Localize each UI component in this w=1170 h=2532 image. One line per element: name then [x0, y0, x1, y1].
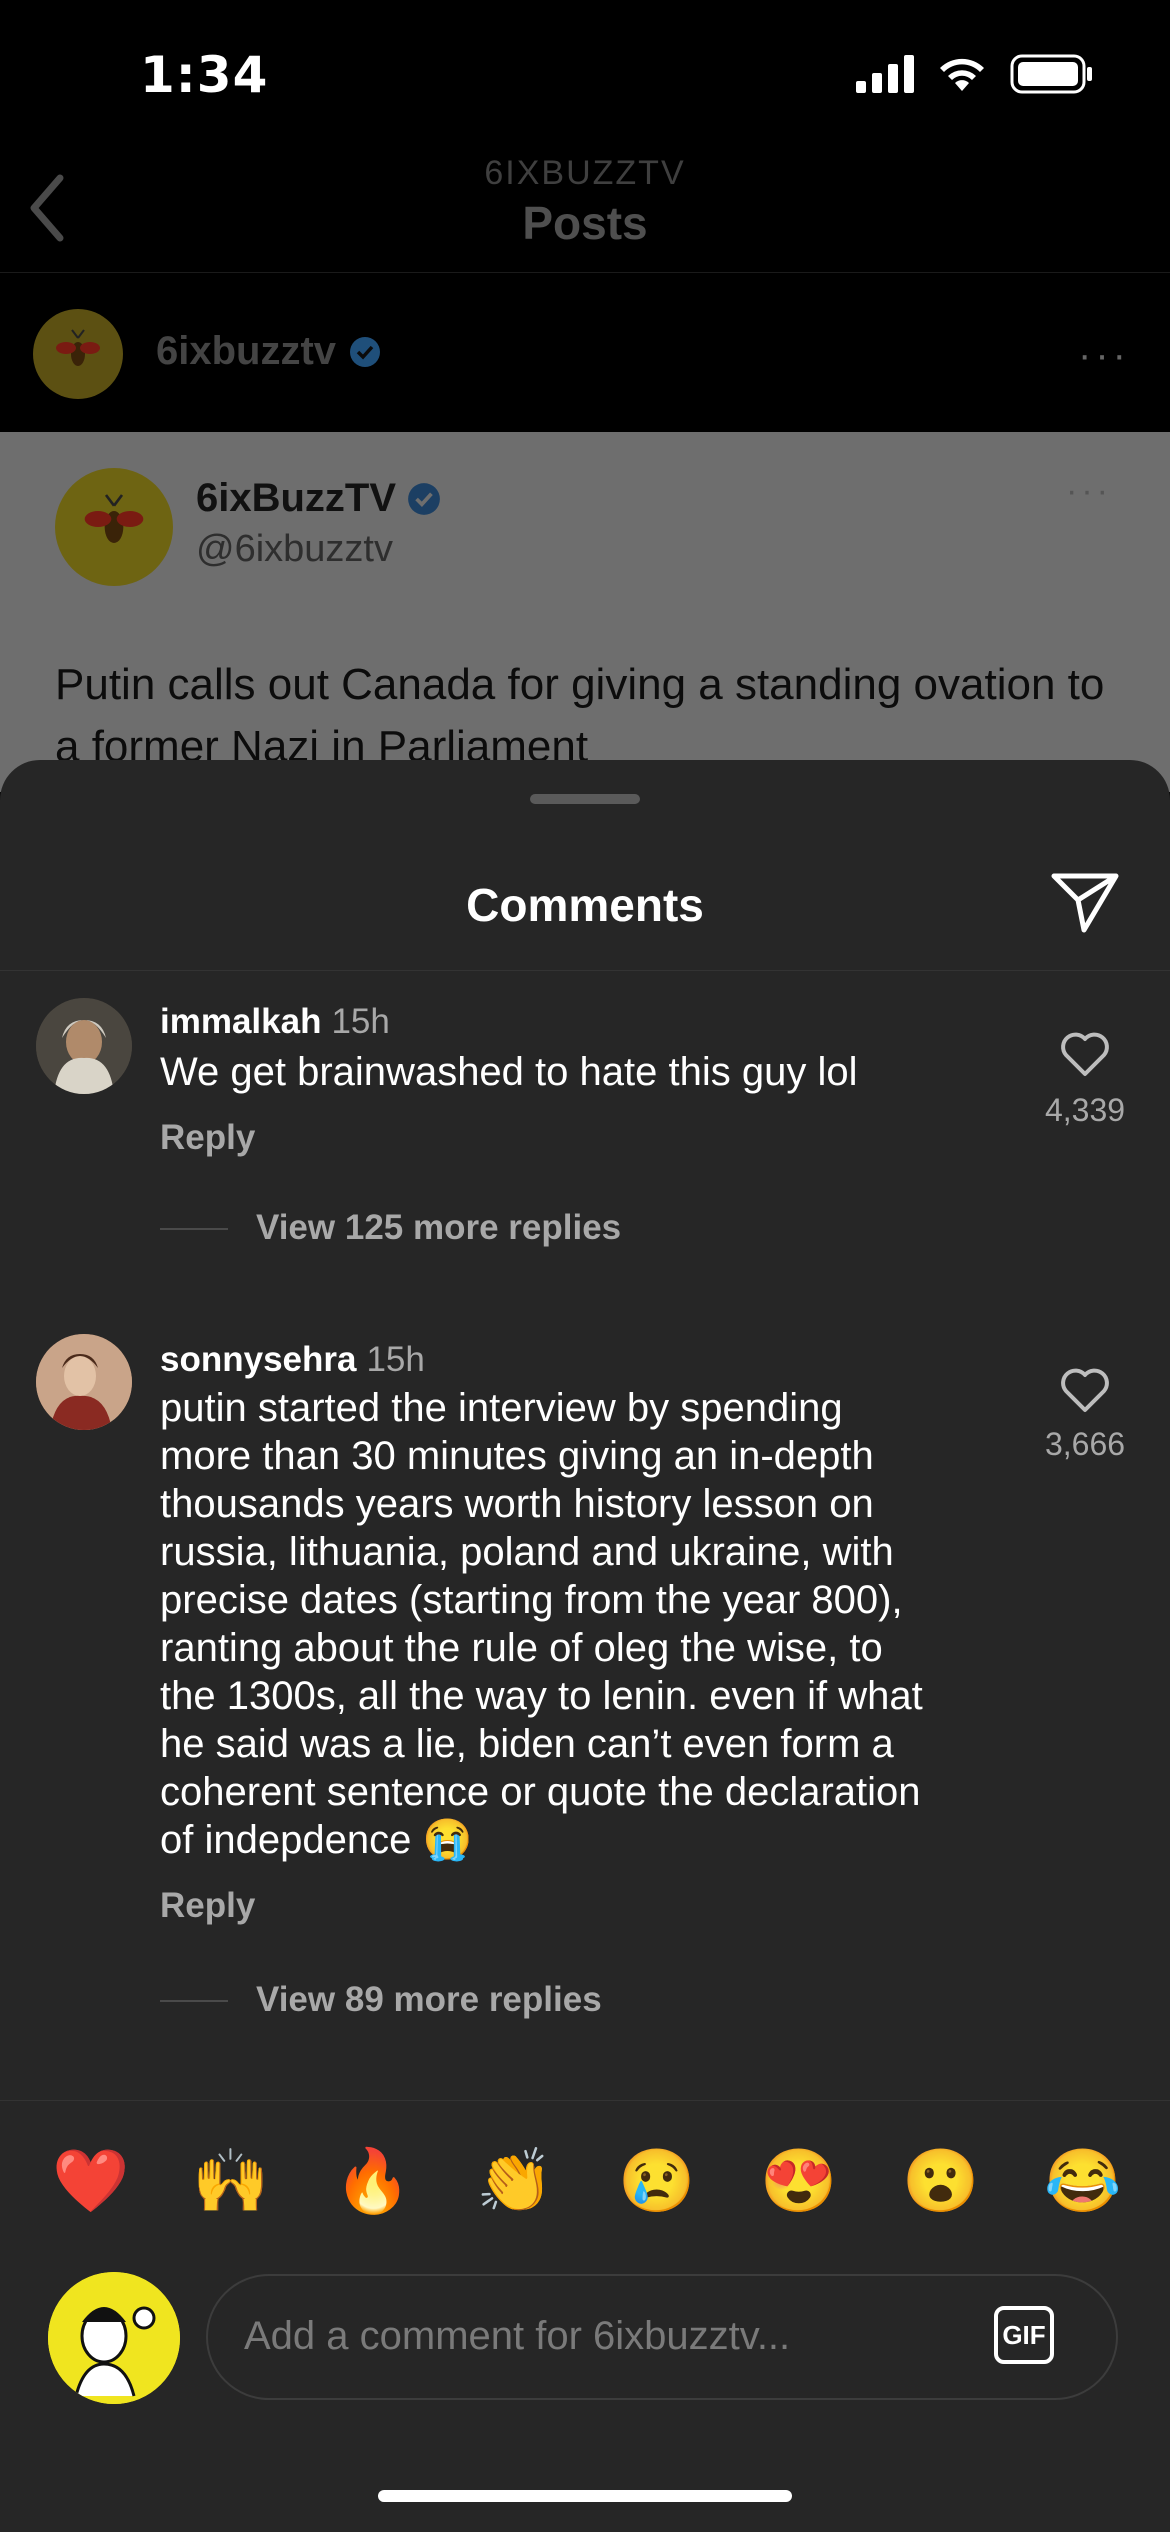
comment-username[interactable]: sonnysehra 15h [160, 1340, 425, 1380]
comment-username-text[interactable]: immalkah [160, 1002, 321, 1041]
tweet-avatar [55, 468, 173, 586]
status-icons [856, 54, 1094, 94]
home-indicator[interactable] [378, 2490, 792, 2502]
post-author[interactable]: 6ixbuzztv [156, 329, 382, 374]
wifi-icon [940, 58, 984, 91]
comment-text: We get brainwashed to hate this guy lol [160, 1050, 858, 1094]
post-more-icon[interactable]: ··· [1078, 333, 1130, 378]
verified-badge-icon [408, 482, 440, 515]
comment-text: putin started the interview by spending … [160, 1386, 923, 1862]
reaction-raised-hands-emoji[interactable]: 🙌 [192, 2147, 269, 2217]
user-cartoon-icon [48, 2272, 180, 2404]
tweet-author-name: 6ixBuzzTV [196, 476, 442, 521]
like-count: 3,666 [1044, 1426, 1126, 1462]
replies-line [160, 1228, 228, 1230]
share-send-icon[interactable] [1050, 870, 1120, 934]
verified-badge-icon [350, 336, 381, 367]
tweet-more-icon: ··· [1066, 472, 1112, 510]
comment-input-placeholder[interactable]: Add a comment for 6ixbuzztv... [244, 2314, 790, 2359]
comments-title: Comments [466, 879, 704, 931]
reaction-surprised-emoji[interactable]: 😮 [902, 2147, 979, 2217]
reply-button[interactable]: Reply [160, 1886, 255, 1926]
reaction-clap-emoji[interactable]: 👏 [476, 2147, 553, 2217]
status-time: 1:34 [140, 46, 269, 104]
comment-avatar[interactable] [36, 998, 132, 1094]
quick-reactions-bar: ❤️ 🙌 🔥 👏 😢 😍 😮 😂 [0, 2100, 1170, 2251]
current-user-avatar [48, 2272, 180, 2404]
tweet-handle: @6ixbuzztv [196, 528, 393, 570]
replies-line [160, 2000, 228, 2002]
bee-logo-icon [56, 329, 100, 366]
sheet-drag-handle[interactable] [530, 794, 640, 804]
post-media-tweet[interactable]: 6ixBuzzTV @6ixbuzztv ··· Putin calls out… [0, 432, 1170, 792]
reply-button[interactable]: Reply [160, 1118, 255, 1158]
comment-time: 15h [331, 1002, 390, 1041]
post-header: 6ixbuzztv ··· [0, 272, 1170, 433]
post-author-avatar[interactable] [33, 309, 123, 399]
view-replies-button[interactable]: View 89 more replies [256, 1980, 602, 2020]
post-author-username[interactable]: 6ixbuzztv [156, 329, 336, 374]
comment-time: 15h [366, 1340, 425, 1379]
status-bar: 1:34 [0, 0, 1170, 150]
nav-bar: 6IXBUZZTV Posts [0, 140, 1170, 270]
comment-input[interactable]: Add a comment for 6ixbuzztv... GIF [206, 2274, 1118, 2400]
comment-username-text[interactable]: sonnysehra [160, 1340, 356, 1379]
reaction-fire-emoji[interactable]: 🔥 [334, 2147, 411, 2217]
page-title: Posts [522, 197, 648, 249]
gif-button[interactable]: GIF [994, 2306, 1054, 2364]
bee-logo-icon [84, 494, 144, 543]
battery-icon [1010, 54, 1092, 94]
sheet-divider [0, 970, 1170, 971]
reaction-heart-eyes-emoji[interactable]: 😍 [760, 2147, 837, 2217]
reaction-laughing-emoji[interactable]: 😂 [1044, 2147, 1121, 2217]
view-replies-button[interactable]: View 125 more replies [256, 1208, 621, 1248]
tweet-author-name-text: 6ixBuzzTV [196, 476, 397, 520]
like-count: 4,339 [1044, 1092, 1126, 1128]
comment-username[interactable]: immalkah 15h [160, 1002, 390, 1042]
reaction-heart-emoji[interactable]: ❤️ [52, 2147, 129, 2217]
reaction-crying-emoji[interactable]: 😢 [618, 2147, 695, 2217]
user-photo-icon [36, 998, 132, 1094]
user-photo-icon [36, 1334, 132, 1430]
comment-avatar[interactable] [36, 1334, 132, 1430]
like-heart-icon[interactable] [1058, 1366, 1112, 1414]
cellular-signal-icon [856, 55, 914, 93]
like-heart-icon[interactable] [1058, 1030, 1112, 1078]
nav-subtitle: 6IXBUZZTV [484, 154, 686, 192]
